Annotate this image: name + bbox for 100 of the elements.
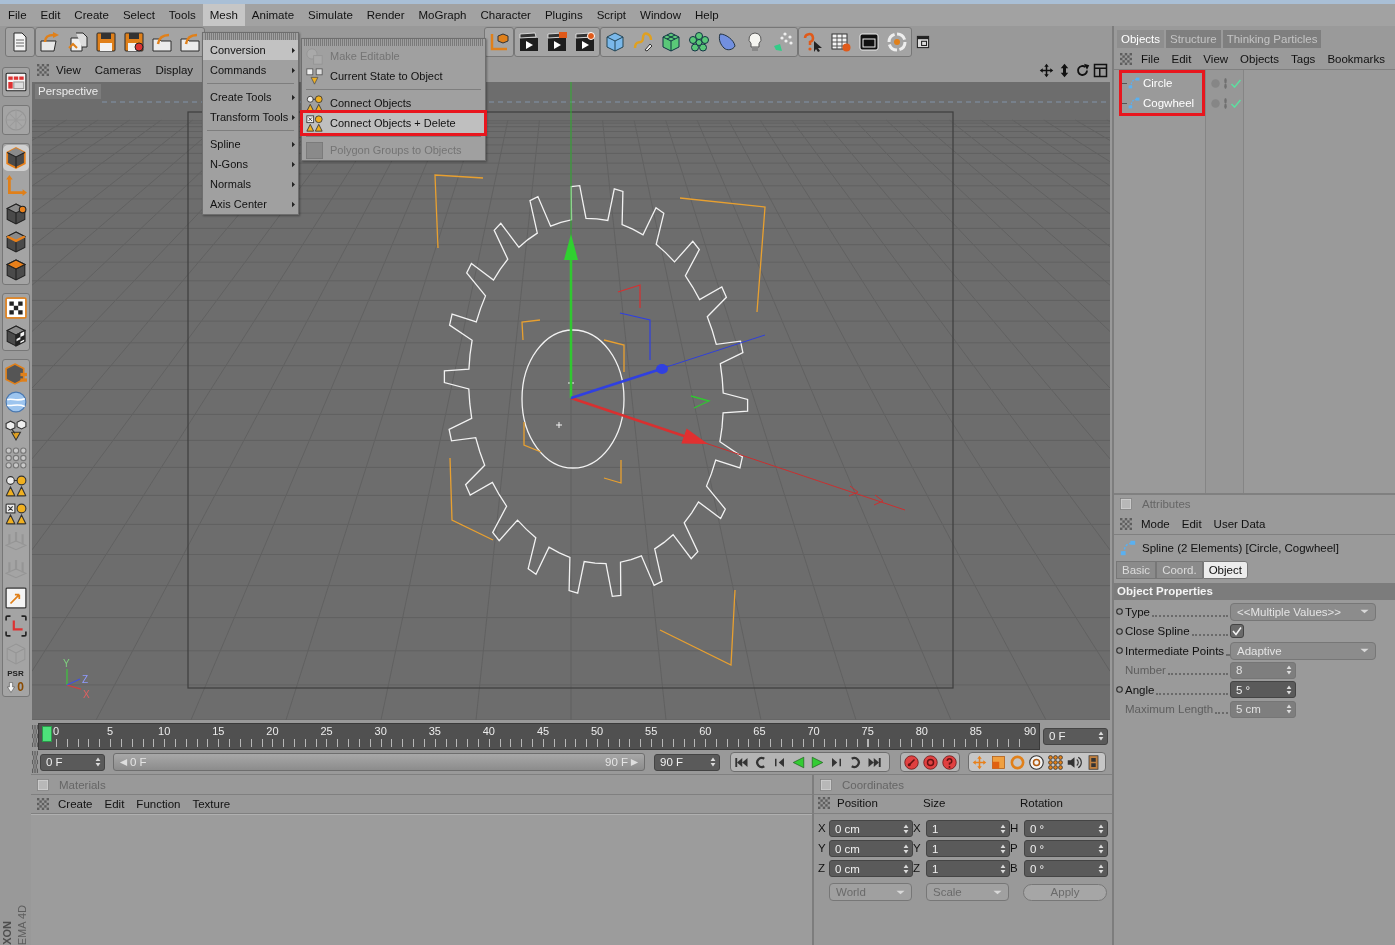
menu-item[interactable]: File <box>1135 52 1166 65</box>
menu-item[interactable]: Conversion <box>203 40 298 60</box>
move-icon[interactable] <box>1039 62 1054 78</box>
question-cursor-icon[interactable] <box>803 32 823 52</box>
menu-item[interactable]: Simulate <box>301 4 360 26</box>
menu-item[interactable]: Window <box>633 4 688 26</box>
corner-axes-icon[interactable] <box>4 615 27 637</box>
menu-item[interactable]: Mesh <box>202 4 245 26</box>
floppy-disk-badge-icon[interactable] <box>124 32 144 52</box>
film-strip-icon[interactable] <box>1086 754 1101 770</box>
checkerboard-icon[interactable] <box>4 297 27 319</box>
documents-arrow-icon[interactable] <box>68 32 88 52</box>
grip-icon[interactable] <box>1120 52 1132 65</box>
dot-grid-icon[interactable] <box>4 447 27 469</box>
menu-item[interactable]: Plugins <box>537 4 590 26</box>
menu-item[interactable]: Tags <box>1285 52 1322 65</box>
menu-item[interactable]: MoGraph <box>411 4 474 26</box>
menu-item[interactable]: Connect Objects + Delete <box>300 110 487 136</box>
menu-item[interactable]: User Data <box>1207 517 1272 530</box>
menu-item[interactable]: Create <box>67 4 116 26</box>
menu-item[interactable]: Edit <box>33 4 68 26</box>
coordinate-field[interactable]: 0 cm <box>829 820 913 837</box>
panel-toggle-icon[interactable] <box>37 778 49 791</box>
visibility-dots-icon[interactable] <box>1223 97 1228 109</box>
menu-grip-handle[interactable] <box>205 33 296 40</box>
sphere-cluster-icon[interactable] <box>689 32 709 52</box>
parameter-icon[interactable] <box>1029 754 1044 770</box>
grip-icon[interactable] <box>1120 517 1132 530</box>
menu-item[interactable]: Cameras <box>87 64 149 76</box>
grip-icon[interactable] <box>37 798 49 810</box>
menu-item[interactable]: Spline <box>203 134 298 154</box>
clapperboard-icon[interactable] <box>519 32 539 52</box>
folder-arrow-icon[interactable] <box>152 32 172 52</box>
record-key-icon[interactable] <box>904 754 919 770</box>
panel-toggle-icon[interactable] <box>1120 498 1132 510</box>
grip-icon[interactable] <box>32 725 38 747</box>
menu-item[interactable]: Function <box>130 798 187 810</box>
menu-item[interactable]: File <box>1 4 34 26</box>
layout-icon[interactable] <box>916 35 930 49</box>
bent-shape-icon[interactable] <box>717 32 737 52</box>
snap-cubes-icon[interactable] <box>4 419 27 441</box>
check-icon[interactable] <box>1231 98 1241 108</box>
menu-item[interactable]: Script <box>589 4 634 26</box>
keyframe-help-icon[interactable] <box>942 754 957 770</box>
menu-item[interactable]: Select <box>115 4 162 26</box>
cube-icon[interactable] <box>4 147 27 169</box>
coordinate-field[interactable]: 0 cm <box>829 860 913 877</box>
keyframe-indicator-icon[interactable] <box>1116 608 1123 616</box>
tab[interactable]: Object <box>1202 561 1248 579</box>
coordinate-field[interactable]: 0 ° <box>1024 860 1108 877</box>
rotate-icon[interactable] <box>1075 62 1090 78</box>
menu-item[interactable]: Current State to Object <box>302 66 485 86</box>
timeline-ruler[interactable]: 0 5 10 15 20 25 30 35 40 45 50 55 60 65 70 75 80 85 90 <box>38 722 1040 750</box>
cube-face-icon[interactable] <box>4 259 27 281</box>
menu-item[interactable]: Display <box>148 64 201 76</box>
workplane-icon[interactable] <box>4 587 27 609</box>
menu-item[interactable]: Edit <box>1175 517 1208 530</box>
menu-item[interactable]: Texture <box>186 798 237 810</box>
grip-icon[interactable] <box>37 64 49 76</box>
cube-point-icon[interactable] <box>4 203 27 225</box>
menu-item[interactable]: Tools <box>161 4 203 26</box>
cage-cube-icon[interactable] <box>661 32 681 52</box>
connect-shapes-icon[interactable] <box>4 475 27 497</box>
menu-item[interactable]: Transform Tools <box>203 107 298 127</box>
menu-item[interactable]: Character <box>473 4 538 26</box>
menu-item[interactable]: Render <box>359 4 412 26</box>
folder-arrow-icon[interactable] <box>180 32 200 52</box>
window-icon[interactable] <box>859 32 879 52</box>
coordinate-field[interactable]: 0 ° <box>1024 840 1108 857</box>
keyframe-indicator-icon[interactable] <box>1116 627 1123 635</box>
coordinate-field[interactable]: 1 <box>926 840 1010 857</box>
menu-item[interactable]: View <box>1197 52 1235 65</box>
menu-item[interactable]: Axis Center <box>203 194 298 214</box>
menu-item[interactable]: Objects <box>1234 52 1286 65</box>
coordinate-field[interactable]: 1 <box>926 820 1010 837</box>
coordinate-field[interactable]: 0 ° <box>1024 820 1108 837</box>
grip-icon[interactable] <box>818 797 830 809</box>
menu-item[interactable]: Edit <box>98 798 131 810</box>
frame-field[interactable]: 0 F <box>1043 727 1108 745</box>
folder-arrow-icon[interactable] <box>40 32 60 52</box>
table-badge-icon[interactable] <box>831 32 851 52</box>
grip-icon[interactable] <box>32 751 38 773</box>
globe-icon[interactable] <box>4 391 27 413</box>
menu-item[interactable]: Commands <box>203 60 298 80</box>
checkbox[interactable] <box>1230 624 1244 639</box>
checker-cube-icon[interactable] <box>4 325 27 347</box>
menu-item[interactable]: Edit <box>1165 52 1198 65</box>
menu-item[interactable]: Create <box>52 798 99 810</box>
menu-item[interactable]: View <box>49 64 88 76</box>
menu-item[interactable]: N-Gons <box>203 154 298 174</box>
menu-item[interactable]: Animate <box>244 4 302 26</box>
keyframe-indicator-icon[interactable] <box>1116 647 1123 655</box>
speaker-icon[interactable] <box>1067 754 1082 770</box>
frame-field[interactable]: 90 F <box>654 753 720 771</box>
coordinate-field[interactable]: 0 cm <box>829 840 913 857</box>
visibility-dots-icon[interactable] <box>1223 77 1228 89</box>
cube-bars-icon[interactable] <box>4 363 27 385</box>
light-bulb-icon[interactable] <box>745 32 765 52</box>
number-field[interactable]: 5 ° <box>1230 681 1296 699</box>
menu-grip-handle[interactable] <box>304 39 483 46</box>
